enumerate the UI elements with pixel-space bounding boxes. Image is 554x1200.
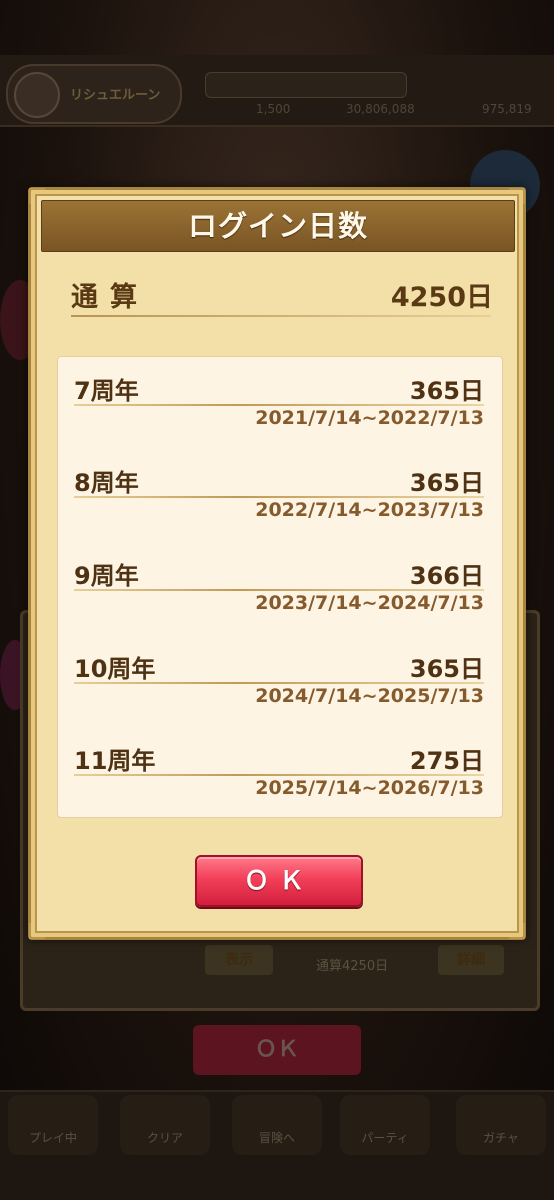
list-item: 8周年 365日 2022/7/14~2023/7/13 [74, 463, 484, 525]
list-item: 7周年 365日 2021/7/14~2022/7/13 [74, 371, 484, 433]
dialog-title: ログイン日数 [41, 200, 515, 252]
total-row: 通算 4250日 [71, 275, 493, 317]
total-label: 通算 [71, 282, 149, 313]
show-button-bg: 表示 [205, 945, 273, 975]
anniversary-label: 7周年 [74, 377, 139, 405]
anniversary-days: 365日 [409, 377, 484, 405]
anniversary-list[interactable]: 7周年 365日 2021/7/14~2022/7/13 8周年 365日 20… [57, 356, 503, 818]
entry-divider [74, 404, 484, 406]
anniversary-label: 11周年 [74, 747, 156, 775]
frame-corner [509, 923, 525, 939]
ok-button[interactable]: ＯＫ [195, 855, 363, 907]
tab-gacha: ガチャ [456, 1095, 546, 1155]
tab-party: パーティ [340, 1095, 430, 1155]
total-underline [71, 315, 491, 317]
entry-divider [74, 496, 484, 498]
tab-playing: プレイ中 [8, 1095, 98, 1155]
anniversary-range: 2025/7/14~2026/7/13 [255, 777, 484, 799]
list-item: 11周年 275日 2025/7/14~2026/7/13 [74, 741, 484, 803]
stat-gems: 975,819 [482, 102, 532, 116]
anniversary-days: 365日 [409, 655, 484, 683]
anniversary-range: 2024/7/14~2025/7/13 [255, 685, 484, 707]
anniversary-days: 366日 [409, 562, 484, 590]
tab-clear: クリア [120, 1095, 210, 1155]
stat-stamina: 1,500 [256, 102, 291, 116]
details-button-bg: 詳細 [438, 945, 504, 975]
anniversary-label: 10周年 [74, 655, 156, 683]
list-item: 9周年 366日 2023/7/14~2024/7/13 [74, 556, 484, 618]
quest-banner [205, 72, 407, 98]
ok-button-bg: ＯＫ [193, 1025, 361, 1075]
entry-divider [74, 774, 484, 776]
player-badge: リシュエルーン [6, 64, 182, 124]
anniversary-label: 8周年 [74, 469, 139, 497]
total-value: 4250日 [390, 282, 493, 313]
entry-divider [74, 589, 484, 591]
login-summary-bg: 通算4250日 [316, 959, 389, 974]
frame-corner [29, 923, 45, 939]
tab-adventure: 冒険へ [232, 1095, 322, 1155]
anniversary-days: 275日 [409, 747, 484, 775]
anniversary-days: 365日 [409, 469, 484, 497]
player-avatar [14, 72, 60, 118]
anniversary-range: 2022/7/14~2023/7/13 [255, 499, 484, 521]
anniversary-range: 2023/7/14~2024/7/13 [255, 592, 484, 614]
anniversary-label: 9周年 [74, 562, 139, 590]
player-name: リシュエルーン [70, 88, 161, 103]
stat-gold: 30,806,088 [346, 102, 415, 116]
entry-divider [74, 682, 484, 684]
login-days-dialog: ログイン日数 通算 4250日 7周年 365日 2021/7/14~2022/… [28, 187, 526, 940]
list-item: 10周年 365日 2024/7/14~2025/7/13 [74, 649, 484, 711]
anniversary-range: 2021/7/14~2022/7/13 [255, 407, 484, 429]
